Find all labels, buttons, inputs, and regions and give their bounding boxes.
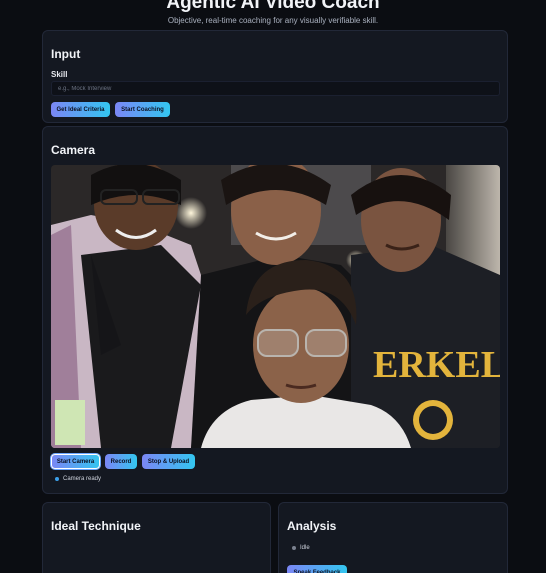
analysis-status: Idle [292, 545, 310, 551]
start-coaching-button[interactable]: Start Coaching [115, 102, 170, 117]
page-subtitle: Objective, real-time coaching for any vi… [167, 16, 379, 25]
camera-heading: Camera [51, 143, 96, 157]
speak-feedback-button[interactable]: Speak Feedback [287, 565, 347, 573]
analysis-heading: Analysis [287, 519, 337, 533]
svg-text:ERKELEY: ERKELEY [373, 344, 500, 386]
record-button[interactable]: Record [105, 454, 137, 469]
status-dot-icon [292, 546, 296, 550]
camera-frame-image: ERKELEY [51, 165, 500, 448]
analysis-status-text: Idle [300, 545, 310, 551]
skill-label: Skill [51, 70, 68, 79]
input-heading: Input [51, 47, 81, 61]
analysis-panel: Analysis Idle Speak Feedback [278, 502, 508, 573]
skill-input[interactable] [51, 81, 500, 96]
input-panel: Input Skill Get Ideal Criteria Start Coa… [42, 30, 508, 123]
camera-video-feed: ERKELEY [51, 165, 500, 448]
camera-status-text: Camera ready [63, 476, 102, 482]
get-ideal-criteria-button[interactable]: Get Ideal Criteria [51, 102, 110, 117]
camera-status: Camera ready [55, 476, 101, 482]
page-title: Agentic AI Video Coach [166, 0, 380, 13]
camera-panel: Camera ERKEL Start Camera Record Stop & … [42, 126, 508, 494]
ideal-technique-heading: Ideal Technique [51, 519, 141, 533]
ideal-technique-panel: Ideal Technique [42, 502, 271, 573]
stop-upload-button[interactable]: Stop & Upload [142, 454, 195, 469]
start-camera-button[interactable]: Start Camera [51, 454, 100, 469]
status-dot-icon [55, 477, 59, 481]
app-header: Agentic AI Video Coach Objective, real-t… [0, 0, 546, 25]
